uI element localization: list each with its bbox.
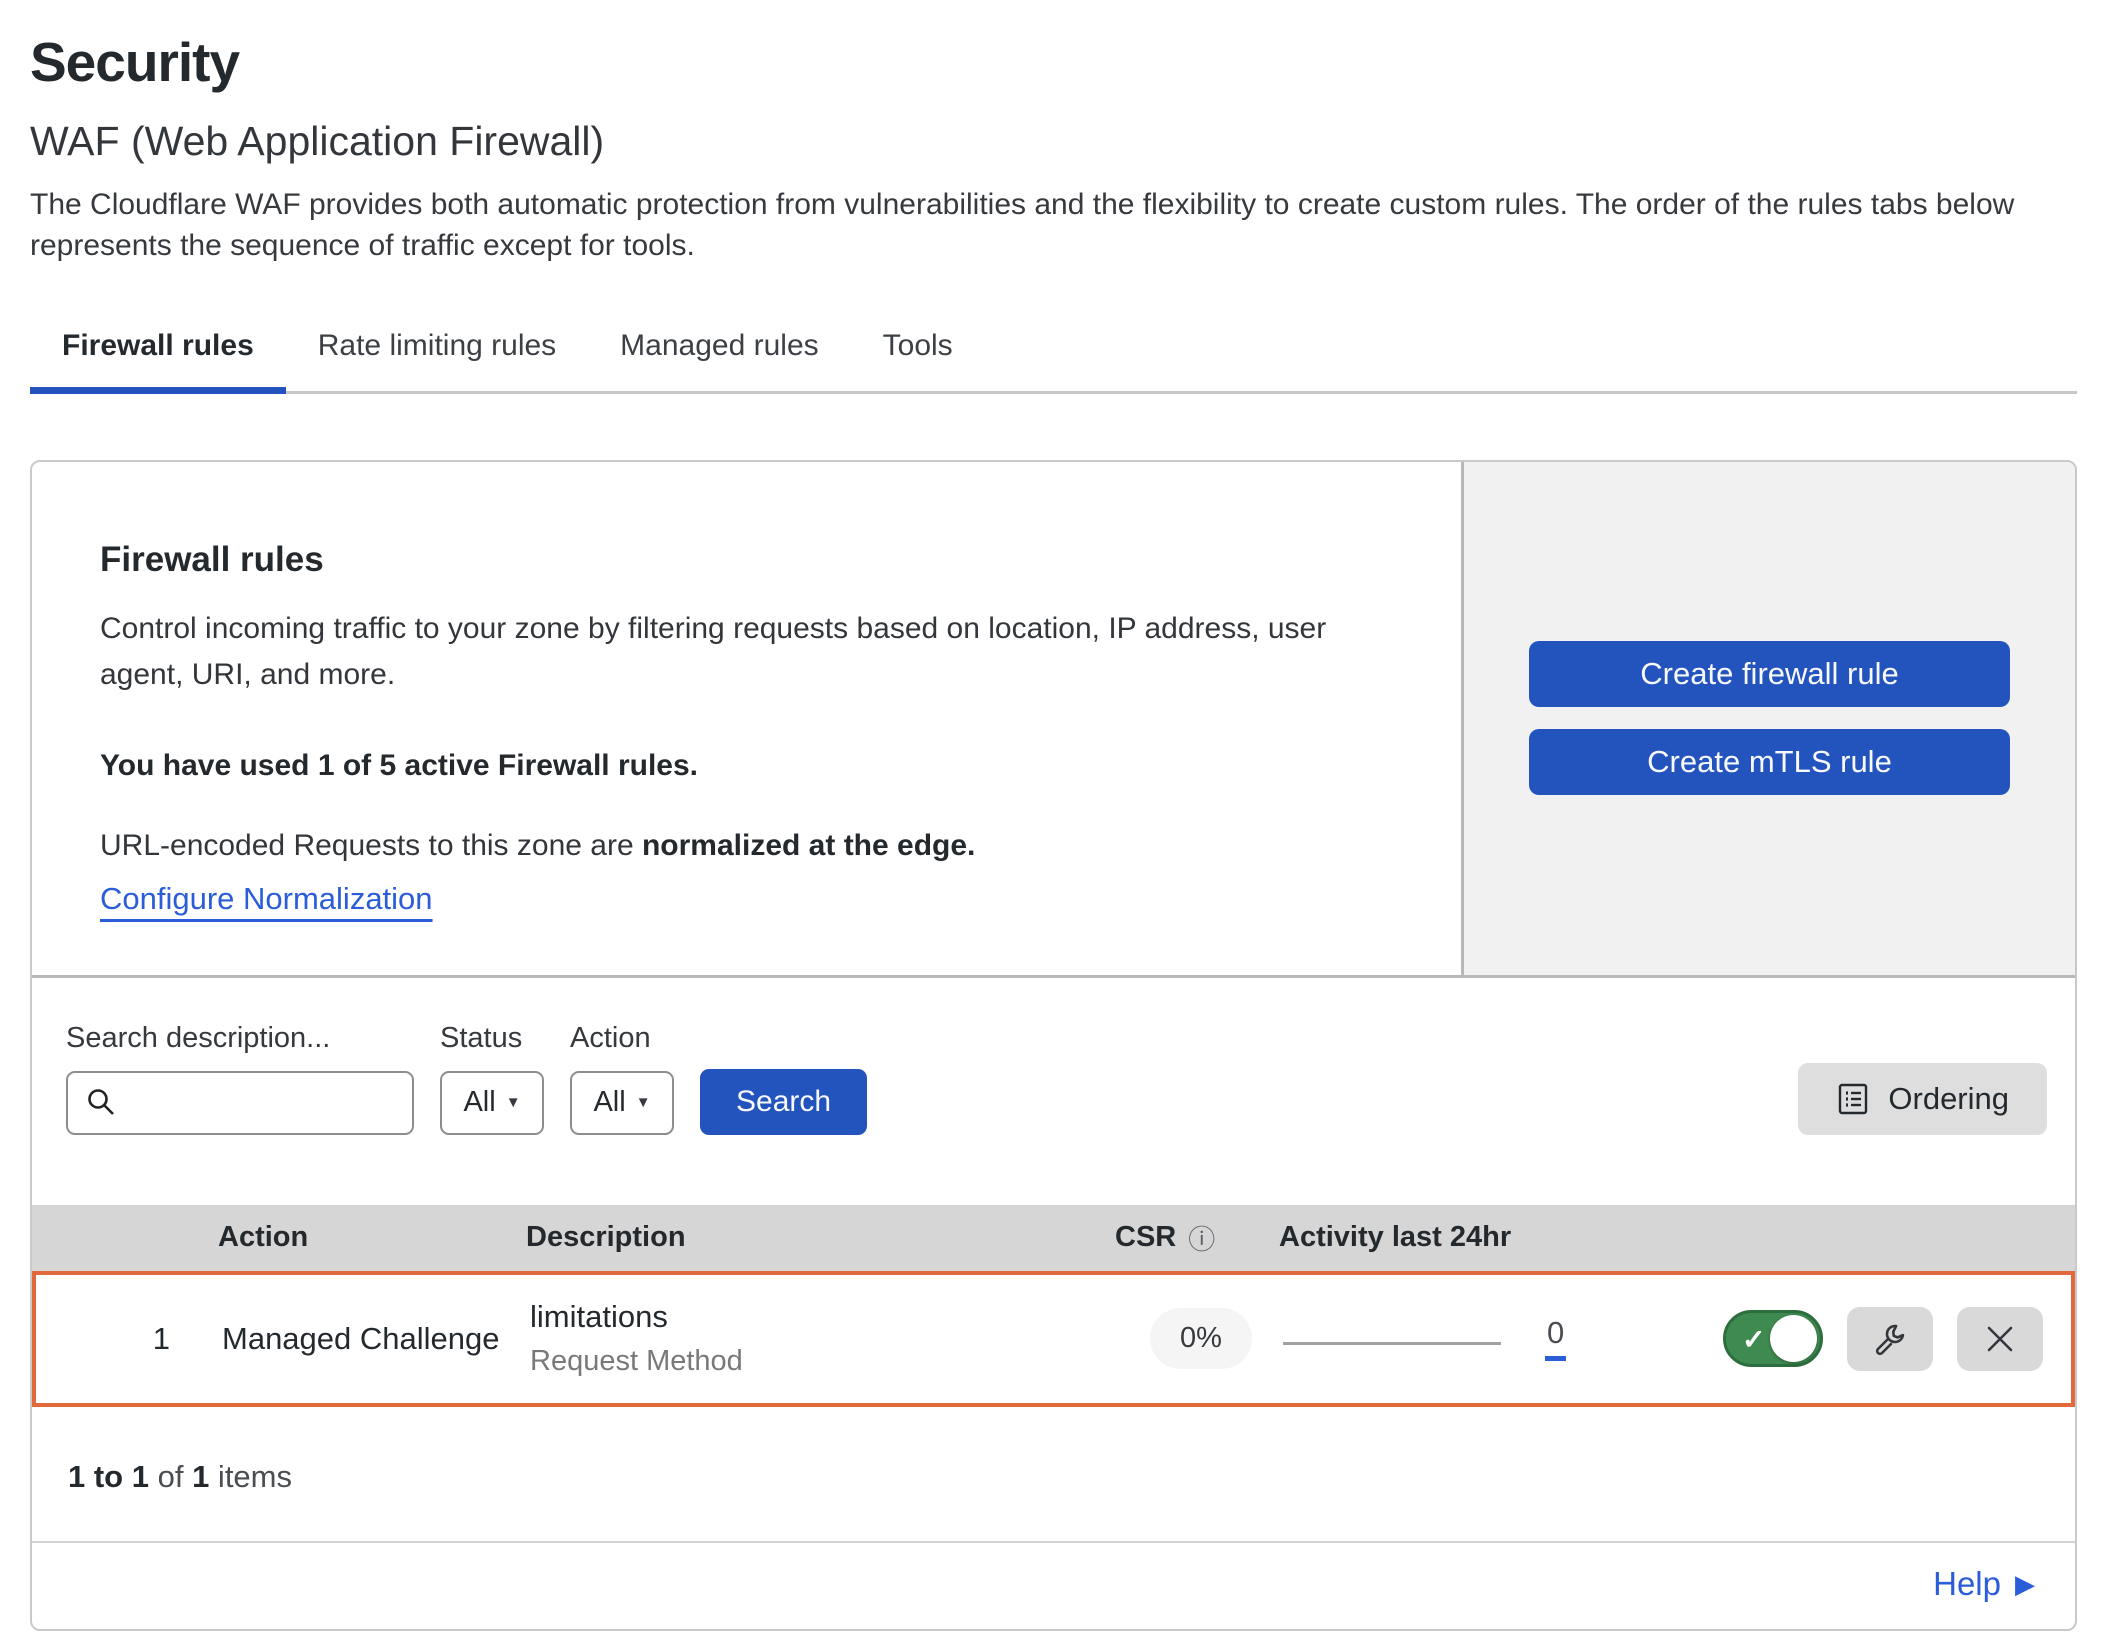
configure-normalization-link[interactable]: Configure Normalization bbox=[100, 881, 433, 917]
column-header-csr: CSR ⓘ bbox=[1115, 1218, 1279, 1257]
arrow-right-icon: ▶ bbox=[2015, 1571, 2035, 1597]
action-select-value: All bbox=[593, 1086, 625, 1119]
activity-count-link[interactable]: 0 bbox=[1545, 1317, 1566, 1361]
ordering-button-label: Ordering bbox=[1888, 1081, 2009, 1117]
firewall-rules-info: Firewall rules Control incoming traffic … bbox=[32, 462, 1461, 975]
status-select-value: All bbox=[463, 1086, 495, 1119]
firewall-rules-card: Firewall rules Control incoming traffic … bbox=[30, 460, 2077, 1631]
usage-summary: You have used 1 of 5 active Firewall rul… bbox=[100, 749, 1421, 783]
action-label: Action bbox=[570, 1022, 674, 1055]
rule-enabled-toggle[interactable]: ✓ bbox=[1723, 1310, 1823, 1367]
tab-rate-limiting-rules[interactable]: Rate limiting rules bbox=[286, 315, 588, 394]
page-title: Security bbox=[30, 30, 2084, 94]
help-link-label: Help bbox=[1933, 1565, 2001, 1603]
normalization-prefix: URL-encoded Requests to this zone are bbox=[100, 829, 642, 862]
card-heading: Firewall rules bbox=[100, 540, 1421, 580]
wrench-icon bbox=[1871, 1320, 1909, 1358]
normalization-note: URL-encoded Requests to this zone are no… bbox=[100, 829, 1421, 863]
check-icon: ✓ bbox=[1742, 1323, 1765, 1356]
search-button[interactable]: Search bbox=[700, 1069, 867, 1135]
table-row: 1 Managed Challenge limitations Request … bbox=[32, 1271, 2075, 1407]
create-mtls-rule-button[interactable]: Create mTLS rule bbox=[1529, 729, 2010, 795]
rule-activity-cell: 0 bbox=[1283, 1317, 1656, 1361]
create-firewall-rule-button[interactable]: Create firewall rule bbox=[1529, 641, 2010, 707]
page-subtitle: WAF (Web Application Firewall) bbox=[30, 118, 2084, 165]
column-header-action: Action bbox=[218, 1221, 526, 1254]
card-top-section: Firewall rules Control incoming traffic … bbox=[32, 462, 2075, 978]
search-input[interactable] bbox=[66, 1071, 414, 1135]
csr-badge: 0% bbox=[1150, 1308, 1252, 1369]
rule-expression-summary: Request Method bbox=[530, 1345, 1119, 1378]
status-label: Status bbox=[440, 1022, 544, 1055]
list-ordering-icon bbox=[1836, 1082, 1870, 1116]
rule-action: Managed Challenge bbox=[222, 1321, 530, 1357]
help-row: Help ▶ bbox=[32, 1541, 2075, 1629]
chevron-down-icon: ▼ bbox=[506, 1094, 521, 1111]
tab-tools[interactable]: Tools bbox=[851, 315, 985, 394]
close-icon bbox=[1983, 1322, 2017, 1356]
column-header-activity: Activity last 24hr bbox=[1279, 1221, 1652, 1254]
rules-tab-bar: Firewall rules Rate limiting rules Manag… bbox=[30, 315, 2077, 394]
action-select[interactable]: All ▼ bbox=[570, 1071, 674, 1135]
rule-csr-cell: 0% bbox=[1119, 1308, 1283, 1369]
delete-rule-button[interactable] bbox=[1957, 1307, 2043, 1371]
ordering-button[interactable]: Ordering bbox=[1798, 1063, 2047, 1135]
normalization-bold: normalized at the edge. bbox=[642, 829, 975, 862]
table-header: Action Description CSR ⓘ Activity last 2… bbox=[32, 1205, 2075, 1271]
info-icon[interactable]: ⓘ bbox=[1188, 1218, 1215, 1257]
pagination-summary: 1 to 1 of 1 items bbox=[32, 1407, 2075, 1541]
security-waf-page: Security WAF (Web Application Firewall) … bbox=[0, 0, 2114, 1631]
activity-sparkline bbox=[1283, 1342, 1501, 1345]
column-header-description: Description bbox=[526, 1221, 1115, 1254]
rule-description: limitations bbox=[530, 1299, 1119, 1335]
status-select[interactable]: All ▼ bbox=[440, 1071, 544, 1135]
tab-managed-rules[interactable]: Managed rules bbox=[588, 315, 850, 394]
toggle-knob bbox=[1770, 1315, 1817, 1362]
filter-bar: Search description... Status All ▼ Actio… bbox=[32, 978, 2075, 1205]
card-side-panel: Create firewall rule Create mTLS rule bbox=[1461, 462, 2075, 975]
tab-firewall-rules[interactable]: Firewall rules bbox=[30, 315, 286, 394]
edit-rule-button[interactable] bbox=[1847, 1307, 1933, 1371]
card-blurb: Control incoming traffic to your zone by… bbox=[100, 606, 1400, 699]
rule-priority: 1 bbox=[36, 1321, 222, 1357]
search-field-wrap bbox=[66, 1071, 414, 1135]
search-label: Search description... bbox=[66, 1022, 414, 1055]
search-icon bbox=[86, 1087, 116, 1117]
help-link[interactable]: Help ▶ bbox=[1933, 1565, 2035, 1603]
rule-controls: ✓ bbox=[1656, 1307, 2071, 1371]
chevron-down-icon: ▼ bbox=[636, 1094, 651, 1111]
rule-description-cell: limitations Request Method bbox=[530, 1299, 1119, 1378]
page-description: The Cloudflare WAF provides both automat… bbox=[30, 185, 2080, 267]
